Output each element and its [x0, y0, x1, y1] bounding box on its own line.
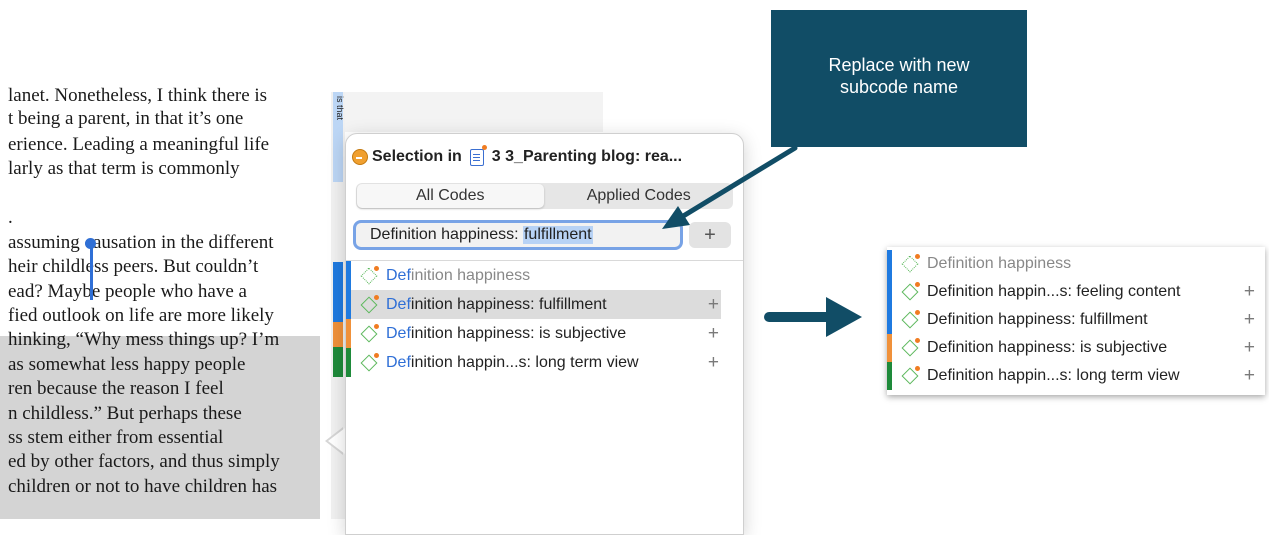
code-label: Definition happin...s: long term view: [927, 367, 1180, 384]
code-icon: [901, 366, 920, 385]
result-list-item[interactable]: Definition happiness: [887, 250, 1265, 278]
code-icon: [901, 338, 920, 357]
code-dot: [915, 366, 920, 371]
code-label: Definition happiness: is subjective: [927, 339, 1168, 356]
code-icon: [901, 282, 920, 301]
code-color-bar: [887, 306, 892, 334]
code-color-bar: [887, 250, 892, 278]
plus-icon[interactable]: +: [1244, 309, 1255, 331]
plus-icon[interactable]: +: [1244, 337, 1255, 359]
code-dot: [915, 254, 920, 259]
code-label: Definition happin...s: feeling content: [927, 283, 1181, 300]
result-code-list: Definition happiness Definition happin..…: [887, 247, 1265, 395]
code-label: Definition happiness: fulfillment: [927, 311, 1148, 328]
result-list-item[interactable]: Definition happiness: fulfillment +: [887, 306, 1265, 334]
code-color-bar: [887, 362, 892, 390]
arrow-icon: [764, 297, 862, 337]
plus-icon[interactable]: +: [1244, 365, 1255, 387]
code-icon: [901, 310, 920, 329]
code-dot: [915, 310, 920, 315]
plus-icon[interactable]: +: [1244, 281, 1255, 303]
code-label: Definition happiness: [927, 255, 1072, 272]
code-color-bar: [887, 278, 892, 306]
code-dot: [915, 282, 920, 287]
result-list-item[interactable]: Definition happin...s: long term view +: [887, 362, 1265, 390]
result-list-item[interactable]: Definition happiness: is subjective +: [887, 334, 1265, 362]
code-dot: [915, 338, 920, 343]
code-color-bar: [887, 334, 892, 362]
result-list-item[interactable]: Definition happin...s: feeling content +: [887, 278, 1265, 306]
code-icon: [901, 254, 920, 273]
callout-pointer-arrow: [662, 145, 798, 229]
